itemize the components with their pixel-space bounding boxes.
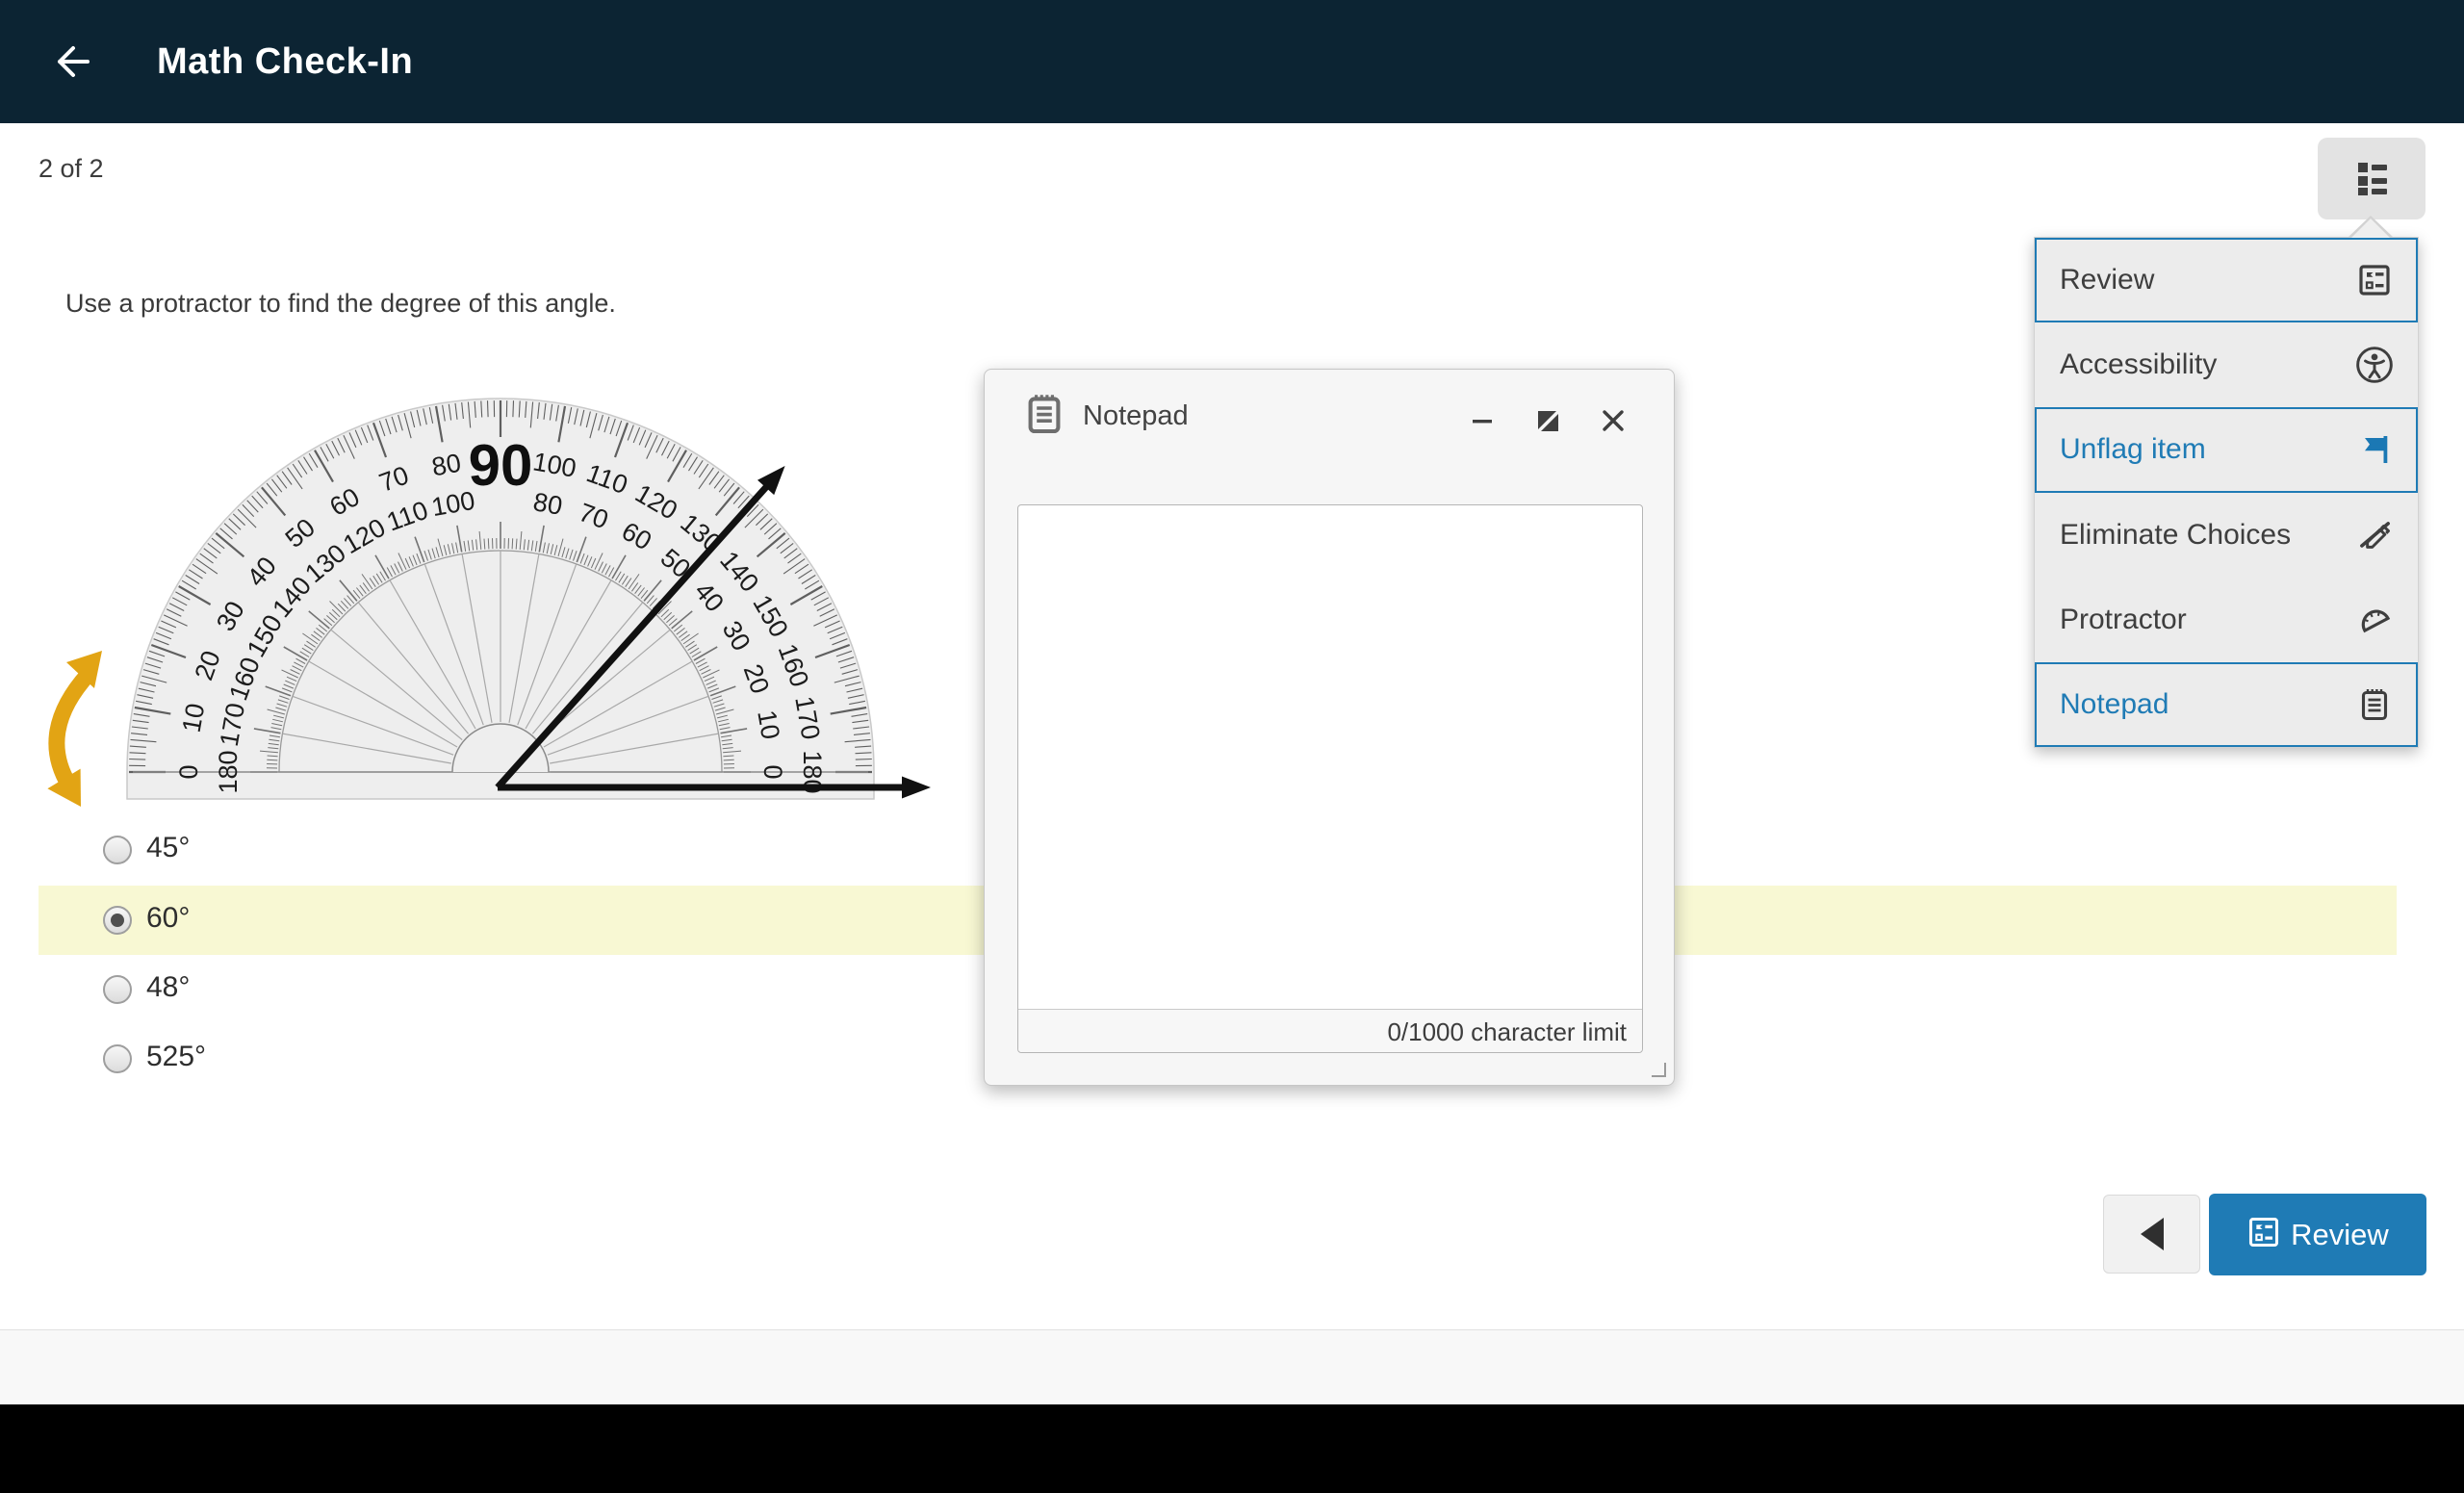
resize-handle-icon[interactable] (1652, 1063, 1666, 1077)
footer-strip (0, 1329, 2464, 1404)
accessibility-icon (2354, 345, 2395, 385)
page-title: Math Check-In (157, 0, 413, 123)
svg-text:10: 10 (177, 701, 211, 734)
svg-text:180: 180 (214, 750, 243, 793)
radio-button[interactable] (103, 906, 132, 935)
protractor-graphic: 0102030405060708010011012013014015016017… (19, 377, 962, 830)
svg-text:80: 80 (531, 487, 565, 521)
svg-text:0: 0 (758, 764, 787, 779)
radio-button[interactable] (103, 836, 132, 864)
android-nav-bar (0, 1404, 2464, 1493)
previous-question-button[interactable] (2103, 1195, 2200, 1274)
notepad-icon (2354, 684, 2395, 725)
svg-text:0: 0 (174, 764, 203, 779)
protractor-figure: 0102030405060708010011012013014015016017… (19, 377, 962, 830)
menu-item-label: Unflag item (2060, 433, 2354, 466)
list-menu-icon (2348, 153, 2395, 204)
flag-icon (2354, 429, 2395, 470)
notepad-dialog: Notepad 0/1000 character limit (984, 369, 1675, 1086)
menu-item-review[interactable]: Review (2035, 238, 2418, 322)
notepad-textarea-frame: 0/1000 character limit (1017, 504, 1643, 1053)
review-icon (2354, 260, 2395, 300)
svg-text:80: 80 (429, 449, 463, 482)
radio-button[interactable] (103, 975, 132, 1004)
previous-arrow-icon (2141, 1218, 2164, 1250)
question-text: Use a protractor to find the degree of t… (65, 289, 616, 319)
menu-item-label: Eliminate Choices (2060, 519, 2354, 552)
option-label: 45° (146, 832, 190, 864)
radio-button[interactable] (103, 1044, 132, 1073)
menu-item-protractor[interactable]: Protractor (2035, 578, 2418, 662)
screen: Math Check-In 2 of 2 Use a protractor to… (0, 0, 2464, 1493)
menu-item-accessibility[interactable]: Accessibility (2035, 322, 2418, 407)
minimize-icon[interactable] (1460, 399, 1504, 443)
svg-text:10: 10 (752, 708, 785, 741)
menu-item-label: Notepad (2060, 688, 2354, 721)
option-label: 525° (146, 1041, 206, 1073)
tools-menu-list: Review Accessibility Unflag item Elimina… (2035, 238, 2418, 747)
protractor-icon (2354, 600, 2395, 640)
menu-item-label: Accessibility (2060, 348, 2354, 381)
back-arrow-icon[interactable] (46, 39, 94, 85)
notepad-input[interactable] (1018, 505, 1642, 1009)
menu-item-notepad[interactable]: Notepad (2035, 662, 2418, 747)
character-counter: 0/1000 character limit (1387, 1017, 1627, 1047)
notepad-title: Notepad (1083, 400, 1189, 432)
review-button-label: Review (2291, 1218, 2389, 1252)
option-label: 60° (146, 902, 190, 935)
curved-double-arrow-icon[interactable] (47, 651, 102, 807)
progress-indicator: 2 of 2 (38, 154, 104, 184)
notepad-header[interactable]: Notepad (985, 370, 1674, 470)
eliminate-choices-icon (2354, 515, 2395, 555)
menu-item-label: Review (2060, 264, 2354, 296)
review-button[interactable]: Review (2209, 1194, 2426, 1275)
review-icon (2246, 1215, 2281, 1254)
app-bar: Math Check-In (0, 0, 2464, 123)
notepad-footer: 0/1000 character limit (1018, 1009, 1642, 1052)
expand-icon[interactable] (1526, 399, 1570, 443)
option-label: 48° (146, 971, 190, 1004)
tools-menu-panel: Review Accessibility Unflag item Elimina… (2034, 237, 2419, 748)
notepad-icon (1021, 391, 1067, 442)
tools-menu-button[interactable] (2318, 138, 2426, 219)
protractor-90-label: 90 (469, 433, 533, 498)
menu-item-label: Protractor (2060, 604, 2354, 636)
menu-item-eliminate-choices[interactable]: Eliminate Choices (2035, 493, 2418, 578)
menu-caret-fill (2350, 219, 2391, 239)
menu-item-unflag-item[interactable]: Unflag item (2035, 407, 2418, 492)
close-icon[interactable] (1591, 399, 1635, 443)
